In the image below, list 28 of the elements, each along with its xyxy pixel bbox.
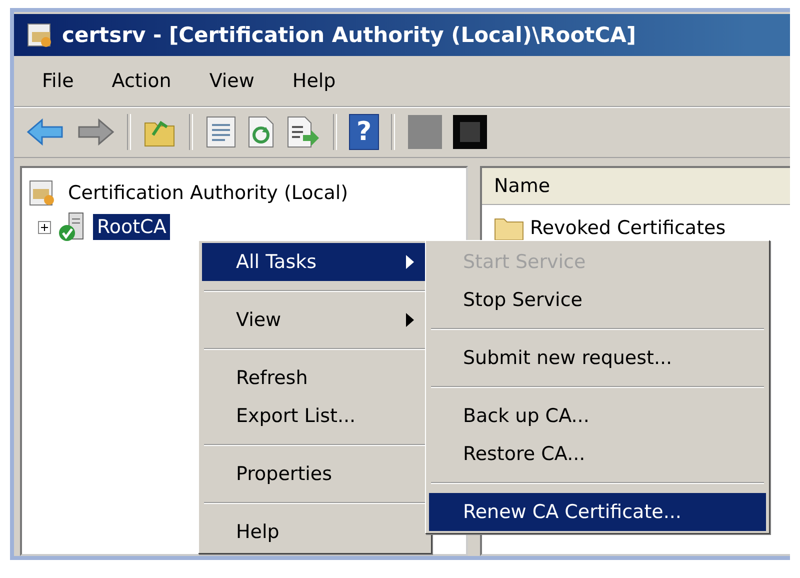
menu-bar-item[interactable]: View — [201, 70, 262, 92]
export-list-icon[interactable] — [285, 115, 321, 149]
menu-item[interactable]: Restore CA... — [429, 435, 766, 473]
menu-item[interactable]: Stop Service — [429, 281, 766, 319]
back-arrow-icon[interactable] — [26, 118, 66, 146]
square-icon[interactable] — [452, 114, 488, 150]
tree-item[interactable]: RootCA — [93, 214, 170, 240]
menu-item[interactable]: Back up CA... — [429, 397, 766, 435]
menu-item[interactable]: Renew CA Certificate... — [429, 493, 766, 531]
help-icon[interactable]: ? — [349, 114, 379, 150]
menu-bar-item[interactable]: Action — [104, 70, 180, 92]
refresh-icon[interactable] — [246, 115, 276, 149]
column-header[interactable]: Name — [482, 168, 790, 205]
properties-icon[interactable] — [205, 115, 237, 149]
menu-item[interactable]: Submit new request... — [429, 339, 766, 377]
window-title: certsrv - [Certification Authority (Local)\RootCA] — [62, 23, 636, 47]
menu-item[interactable]: Refresh — [202, 359, 428, 397]
menu-bar-item[interactable]: File — [34, 70, 82, 92]
menu-item[interactable]: View — [202, 301, 428, 339]
tree-item[interactable]: Certification Authority (Local) — [64, 180, 352, 206]
expand-icon[interactable] — [38, 220, 51, 234]
menu-bar-item[interactable]: Help — [284, 70, 344, 92]
menu-item[interactable]: Export List... — [202, 397, 428, 435]
column-label: Name — [494, 175, 550, 197]
menu-item[interactable]: All Tasks — [202, 243, 428, 281]
menu-item[interactable]: Help — [202, 513, 428, 551]
list-item[interactable]: Revoked Certificates — [530, 217, 726, 239]
menu-item[interactable]: Properties — [202, 455, 428, 493]
